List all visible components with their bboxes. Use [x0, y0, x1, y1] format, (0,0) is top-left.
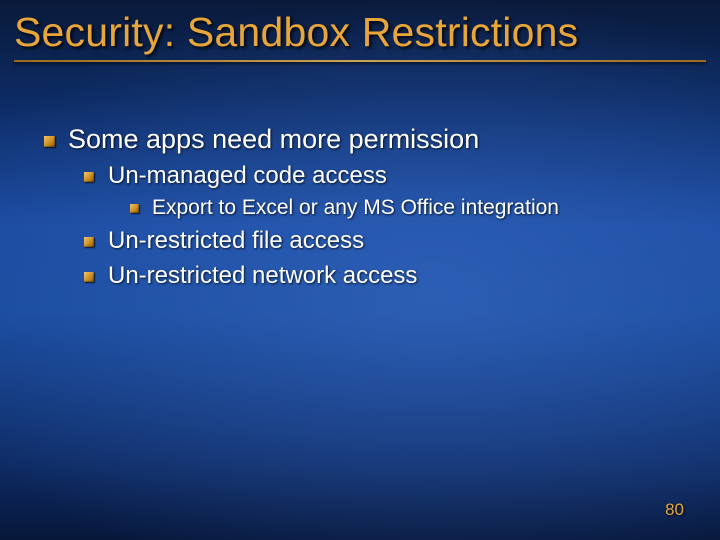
list-item: Export to Excel or any MS Office integra… [130, 194, 690, 222]
bullet-list-level2: Un-managed code access Export to Excel o… [84, 161, 690, 292]
bullet-text: Un-managed code access [108, 162, 387, 189]
list-item: Un-managed code access Export to Excel o… [84, 161, 690, 222]
slide-title: Security: Sandbox Restrictions [14, 10, 706, 54]
list-item: Some apps need more permission Un-manage… [44, 124, 690, 292]
bullet-text: Un-restricted file access [108, 227, 364, 254]
slide-body: Some apps need more permission Un-manage… [0, 68, 720, 292]
list-item: Un-restricted file access [84, 226, 690, 257]
bullet-list-level3: Export to Excel or any MS Office integra… [130, 194, 690, 222]
bullet-text: Export to Excel or any MS Office integra… [152, 196, 559, 219]
title-area: Security: Sandbox Restrictions [0, 0, 720, 68]
title-underline [14, 60, 706, 62]
bullet-list-level1: Some apps need more permission Un-manage… [44, 124, 690, 292]
page-number: 80 [665, 500, 684, 520]
list-item: Un-restricted network access [84, 261, 690, 292]
bullet-text: Some apps need more permission [68, 124, 479, 154]
bullet-text: Un-restricted network access [108, 262, 417, 289]
